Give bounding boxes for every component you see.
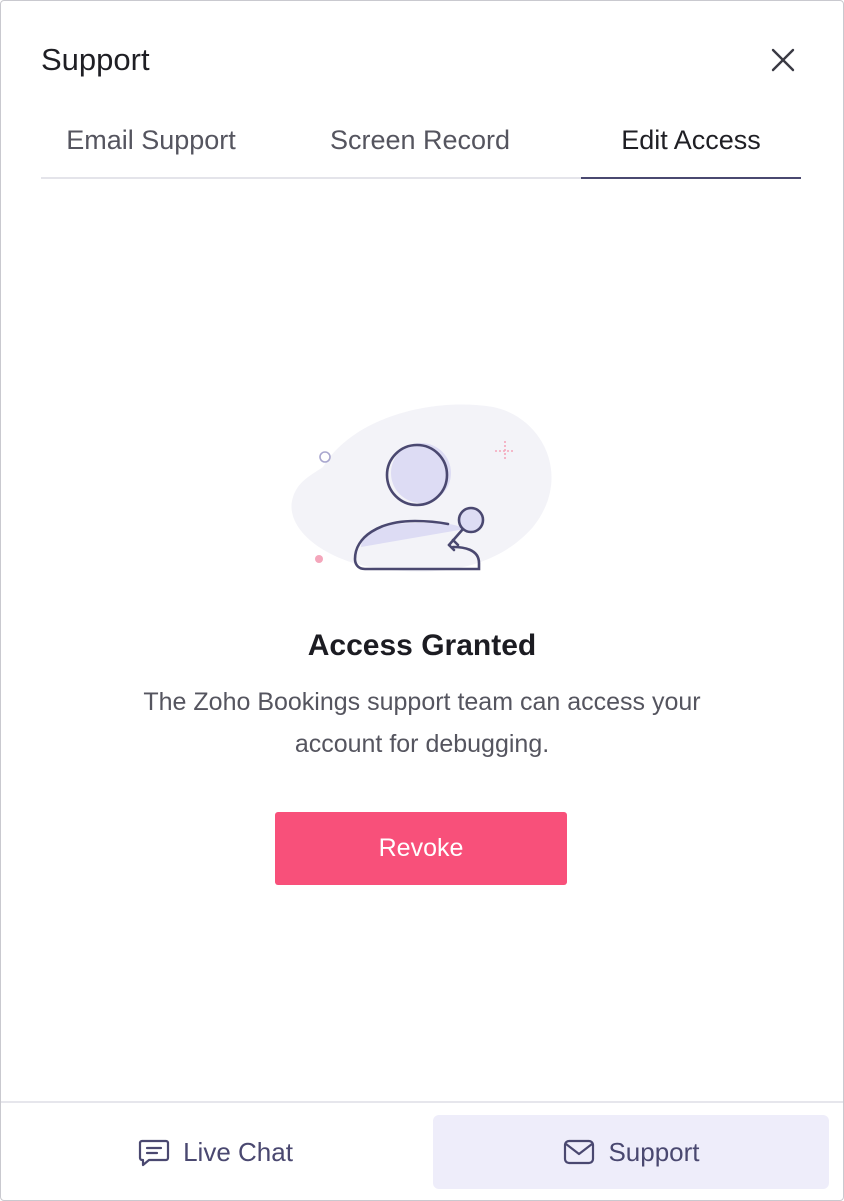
- support-button[interactable]: Support: [433, 1115, 829, 1189]
- access-granted-illustration: [283, 397, 563, 587]
- access-granted-title: Access Granted: [307, 629, 537, 662]
- user-key-icon: [291, 404, 552, 572]
- tab-edit-access[interactable]: Edit Access: [581, 111, 801, 177]
- support-panel: Support Email Support Screen Record Edit…: [0, 0, 844, 1201]
- support-footer: Live Chat Support: [1, 1101, 843, 1200]
- support-tabs: Email Support Screen Record Edit Access: [41, 111, 801, 179]
- tab-screen-record[interactable]: Screen Record: [291, 111, 549, 177]
- close-icon: [771, 48, 795, 72]
- active-tab-indicator: [581, 177, 801, 179]
- chat-bubble-icon: [138, 1139, 170, 1167]
- revoke-button[interactable]: Revoke: [275, 812, 567, 885]
- panel-title: Support: [41, 42, 150, 77]
- live-chat-button[interactable]: Live Chat: [25, 1115, 405, 1189]
- close-button[interactable]: [767, 44, 799, 76]
- access-description: The Zoho Bookings support team can acces…: [143, 688, 701, 758]
- support-label: Support: [608, 1136, 700, 1167]
- tab-email-support[interactable]: Email Support: [41, 111, 261, 177]
- envelope-icon: [564, 1139, 595, 1165]
- live-chat-label: Live Chat: [183, 1136, 293, 1167]
